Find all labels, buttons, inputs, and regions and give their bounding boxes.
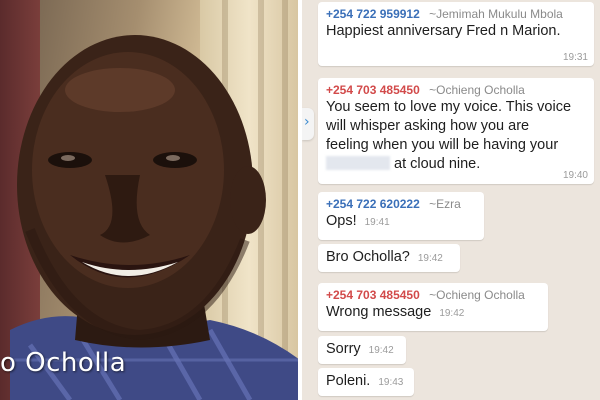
- message-bubble[interactable]: +254 722 620222 ~Ezra Ops! 19:41: [318, 192, 484, 240]
- chevron-right-icon: ›: [304, 114, 310, 130]
- chat-panel[interactable]: › +254 722 959912 ~Jemimah Mukulu Mbola …: [302, 0, 600, 400]
- message-text: Poleni.: [326, 373, 371, 389]
- message-sender: +254 703 485450 ~Ochieng Ocholla: [326, 82, 586, 98]
- sender-alias: ~Ochieng Ocholla: [429, 83, 525, 97]
- message-bubble[interactable]: Poleni. 19:43: [318, 368, 414, 396]
- message-text: Wrong message: [326, 304, 432, 320]
- collapse-handle[interactable]: ›: [302, 108, 314, 140]
- message-bubble[interactable]: Bro Ocholla? 19:42: [318, 244, 460, 272]
- sender-number[interactable]: +254 703 485450: [326, 288, 420, 302]
- sender-number[interactable]: +254 703 485450: [326, 83, 420, 97]
- message-text-line: You seem to love my voice. This voice: [326, 99, 572, 115]
- message-text: Sorry: [326, 341, 361, 357]
- message-time: 19:42: [439, 308, 465, 319]
- message-text-line: will whisper asking how you are: [326, 118, 530, 134]
- message-time: 19:41: [364, 217, 390, 228]
- message-row: Ops! 19:41: [326, 212, 476, 232]
- message-bubble[interactable]: Sorry 19:42: [318, 336, 406, 364]
- photo-caption: o Ocholla: [0, 348, 127, 378]
- message-time: 19:42: [368, 345, 394, 356]
- message-row: Wrong message 19:42: [326, 303, 540, 323]
- sender-alias: ~Ochieng Ocholla: [429, 288, 525, 302]
- message-bubble[interactable]: +254 703 485450 ~Ochieng Ocholla You see…: [318, 78, 594, 184]
- message-text-end: at cloud nine.: [394, 156, 481, 172]
- message-sender: +254 722 620222 ~Ezra: [326, 196, 476, 212]
- redacted-text: [326, 156, 390, 170]
- message-row: Bro Ocholla? 19:42: [326, 248, 452, 268]
- profile-photo: o Ocholla: [0, 0, 298, 400]
- message-bubble[interactable]: +254 722 959912 ~Jemimah Mukulu Mbola Ha…: [318, 2, 594, 66]
- message-sender: +254 703 485450 ~Ochieng Ocholla: [326, 287, 540, 303]
- sender-number[interactable]: +254 722 620222: [326, 197, 420, 211]
- message-time: 19:43: [378, 377, 404, 388]
- message-text-line-last: at cloud nine.: [326, 155, 586, 174]
- sender-alias: ~Jemimah Mukulu Mbola: [429, 7, 563, 21]
- message-text: Happiest anniversary Fred n Marion.: [326, 23, 561, 39]
- message-text: Ops!: [326, 213, 357, 229]
- message-time: 19:31: [562, 52, 588, 63]
- message-row: Poleni. 19:43: [326, 372, 406, 392]
- message-bubble[interactable]: +254 703 485450 ~Ochieng Ocholla Wrong m…: [318, 283, 548, 331]
- message-row: Sorry 19:42: [326, 340, 398, 360]
- message-time: 19:42: [417, 253, 443, 264]
- message-text-line: feeling when you will be having your: [326, 137, 559, 153]
- sender-number[interactable]: +254 722 959912: [326, 7, 420, 21]
- sender-alias: ~Ezra: [429, 197, 461, 211]
- message-time: 19:40: [562, 170, 588, 181]
- message-text: Bro Ocholla?: [326, 249, 410, 265]
- person-portrait: [10, 35, 298, 400]
- message-sender: +254 722 959912 ~Jemimah Mukulu Mbola: [326, 6, 586, 22]
